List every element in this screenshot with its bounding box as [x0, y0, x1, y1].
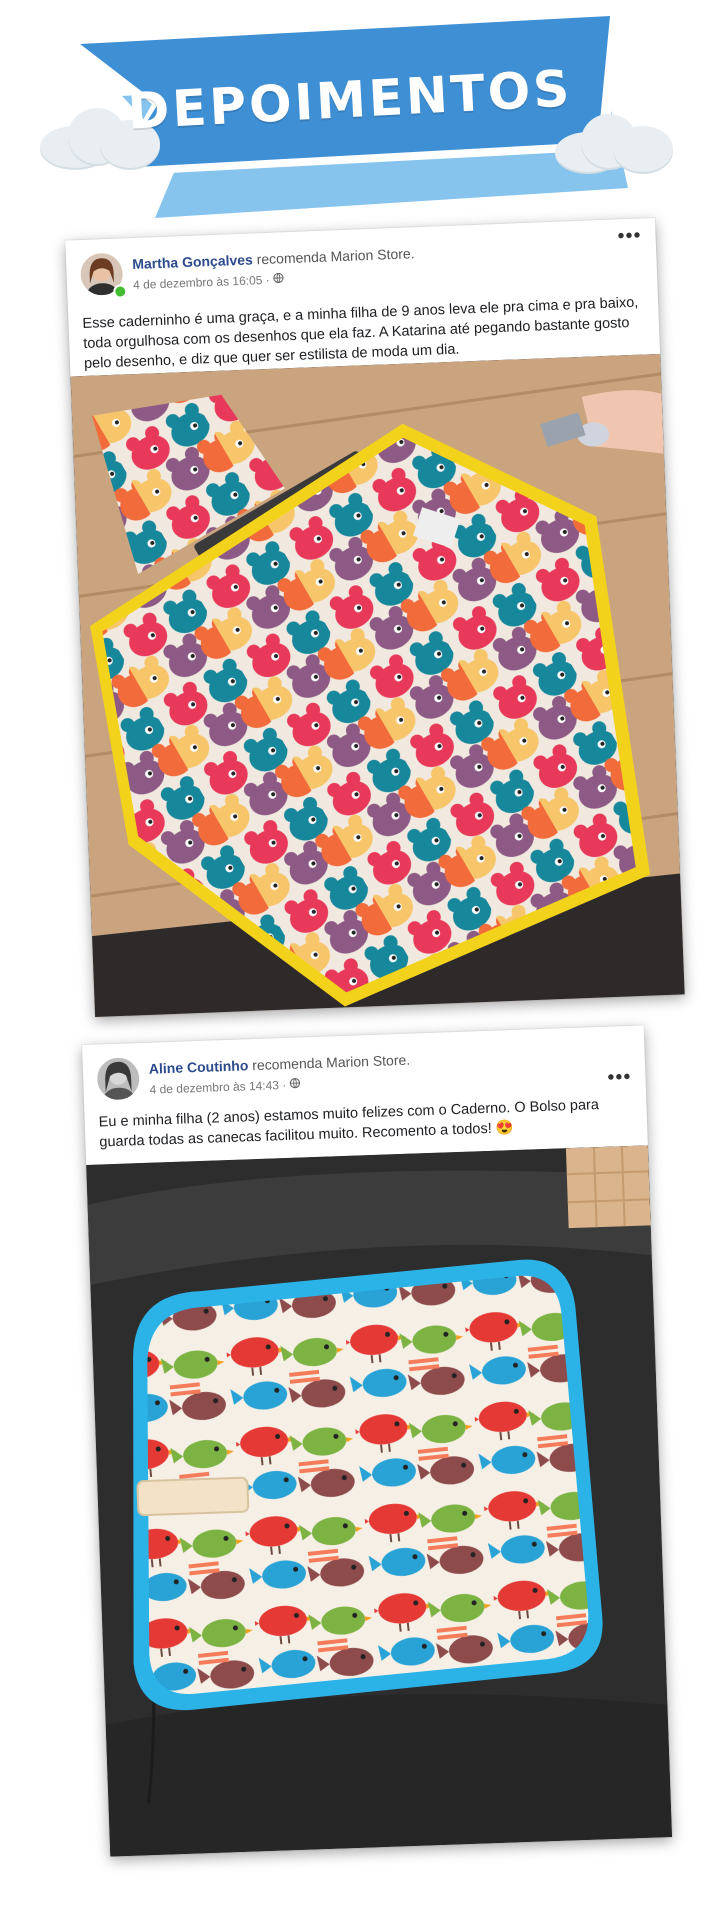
facebook-post: Martha Gonçalves recomenda Marion Store.… [65, 217, 685, 1018]
globe-icon [273, 272, 285, 286]
author-name[interactable]: Martha Gonçalves [132, 251, 253, 272]
meta-separator: · [265, 272, 270, 287]
globe-icon [289, 1077, 301, 1091]
post-photo-bear-notebook[interactable] [70, 353, 685, 1018]
more-options-button[interactable]: ••• [617, 224, 642, 247]
testimonials-banner: DEPOIMENTOS [0, 0, 720, 240]
meta-separator: · [282, 1077, 287, 1093]
more-options-button[interactable]: ••• [607, 1066, 632, 1089]
cloud-right-icon [555, 110, 675, 174]
post-date[interactable]: 4 de dezembro às 16:05 [133, 273, 263, 292]
online-status-icon [113, 284, 128, 299]
post-photo-bird-notebook[interactable] [86, 1145, 672, 1857]
post-action: recomenda Marion Store. [251, 1051, 411, 1074]
post-action: recomenda Marion Store. [256, 245, 415, 268]
author-name[interactable]: Aline Coutinho [149, 1057, 249, 1076]
post-date[interactable]: 4 de dezembro às 14:43 [149, 1078, 279, 1097]
facebook-post: Aline Coutinho recomenda Marion Store. 4… [82, 1025, 672, 1857]
avatar[interactable] [96, 1057, 140, 1101]
